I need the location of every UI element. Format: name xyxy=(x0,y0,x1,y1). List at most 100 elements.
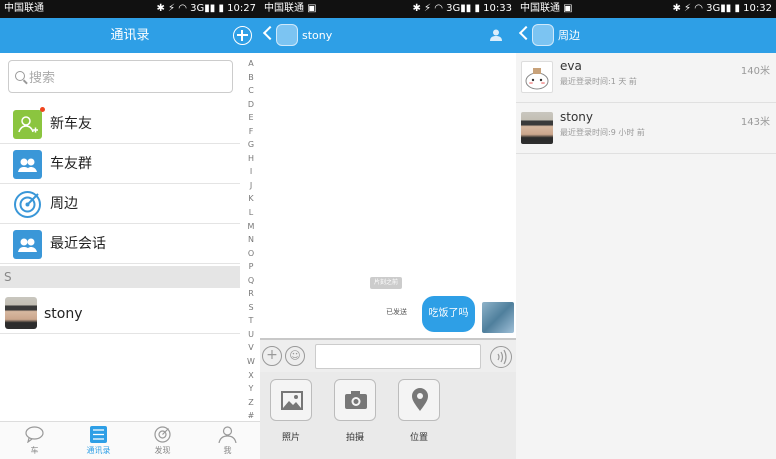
alphabet-letter[interactable]: B xyxy=(243,71,259,85)
nearby-person-row[interactable]: eva 最近登录时间:1 天 前 140米 xyxy=(516,53,776,103)
contacts-screen: 中国联通 ✱ ⚡ ◠ 3G▮▮ ▮ 10:27 通讯录 新车友 车友群 周边 最… xyxy=(0,0,260,459)
voice-wave-icon xyxy=(497,349,507,365)
camera-icon xyxy=(345,391,367,409)
signal-type: 3G xyxy=(706,3,721,14)
alphabet-letter[interactable]: K xyxy=(243,192,259,206)
chat-title: stony xyxy=(302,29,333,42)
alphabet-letter[interactable]: U xyxy=(243,328,259,342)
timestamp: 片刻之前 xyxy=(370,277,403,289)
photo-button[interactable] xyxy=(270,379,312,421)
alphabet-letter[interactable]: O xyxy=(243,247,259,261)
alphabet-letter[interactable]: P xyxy=(243,260,259,274)
message-bubble[interactable]: 吃饭了吗 xyxy=(422,296,475,332)
alphabet-letter[interactable]: N xyxy=(243,233,259,247)
menu-label: 车友群 xyxy=(50,156,92,172)
alphabet-index[interactable]: A B C D E F G H I J K L M N O P Q R S T U V W X Y Z # xyxy=(243,57,259,423)
message-input[interactable] xyxy=(315,344,481,369)
tab-car[interactable]: 车 xyxy=(2,422,67,459)
alphabet-letter[interactable]: V xyxy=(243,341,259,355)
clock-label: 10:33 xyxy=(483,3,512,14)
attachment-label: 照片 xyxy=(281,433,300,443)
status-bar: 中国联通 ▣ ✱ ⚡ ◠ 3G▮▮ ▮ 10:33 xyxy=(260,0,516,18)
page-title: 周边 xyxy=(558,29,580,42)
alphabet-letter[interactable]: T xyxy=(243,314,259,328)
sent-status: 已发送 xyxy=(386,308,407,316)
person-name: eva xyxy=(560,59,582,73)
menu-label: 周边 xyxy=(50,196,78,212)
contact-profile-icon[interactable] xyxy=(490,29,502,41)
alphabet-letter[interactable]: F xyxy=(243,125,259,139)
chat-screen: 中国联通 ▣ ✱ ⚡ ◠ 3G▮▮ ▮ 10:33 stony 片刻之前 已发送… xyxy=(260,0,516,459)
status-time: ✱ ⚡ ◠ 3G▮▮ ▮ 10:33 xyxy=(412,3,513,14)
contacts-list-icon xyxy=(90,426,107,443)
back-arrow-icon[interactable] xyxy=(518,25,534,41)
chat-logo-icon xyxy=(532,24,554,46)
carrier-label: 中国联通 xyxy=(520,3,560,14)
emoji-button[interactable]: ☺ xyxy=(285,346,305,366)
alphabet-letter[interactable]: E xyxy=(243,111,259,125)
avatar xyxy=(5,297,37,329)
alphabet-letter[interactable]: A xyxy=(243,57,259,71)
alphabet-letter[interactable]: L xyxy=(243,206,259,220)
alphabet-letter[interactable]: Y xyxy=(243,382,259,396)
tab-discover[interactable]: 发现 xyxy=(130,422,195,459)
input-bar: + ☺ xyxy=(260,338,516,372)
alphabet-letter[interactable]: I xyxy=(243,165,259,179)
distance: 140米 xyxy=(740,66,770,77)
menu-label: 新车友 xyxy=(50,116,92,132)
contact-name: stony xyxy=(44,306,83,322)
tab-label: 车 xyxy=(30,446,39,455)
menu-new-friends[interactable]: 新车友 xyxy=(0,104,240,144)
menu-groups[interactable]: 车友群 xyxy=(0,144,240,184)
signal-type: 3G xyxy=(190,3,205,14)
attachment-label: 拍摄 xyxy=(345,433,364,443)
back-arrow-icon[interactable] xyxy=(262,25,278,41)
alphabet-letter[interactable]: W xyxy=(243,355,259,369)
contact-row[interactable]: stony xyxy=(0,294,240,334)
person-name: stony xyxy=(560,110,594,124)
alphabet-letter[interactable]: C xyxy=(243,84,259,98)
section-header: S xyxy=(0,266,240,288)
add-attachment-button[interactable]: + xyxy=(262,346,282,366)
alphabet-letter[interactable]: J xyxy=(243,179,259,193)
attachment-label: 位置 xyxy=(409,433,428,443)
photo-icon xyxy=(281,391,303,410)
nearby-screen: 中国联通 ▣ ✱ ⚡ ◠ 3G▮▮ ▮ 10:32 周边 eva 最近登录时间:… xyxy=(516,0,776,459)
my-avatar xyxy=(482,302,514,333)
avatar xyxy=(521,61,553,93)
last-login: 最近登录时间:1 天 前 xyxy=(560,77,637,86)
tab-contacts[interactable]: 通讯录 xyxy=(66,422,131,459)
camera-button[interactable] xyxy=(334,379,376,421)
screenshot-root: 中国联通 ✱ ⚡ ◠ 3G▮▮ ▮ 10:27 通讯录 新车友 车友群 周边 最… xyxy=(0,0,776,459)
search-icon xyxy=(15,71,25,81)
search-input[interactable] xyxy=(29,67,219,87)
location-button[interactable] xyxy=(398,379,440,421)
alphabet-letter[interactable]: D xyxy=(243,98,259,112)
page-title: 通讯录 xyxy=(110,28,150,43)
alphabet-letter[interactable]: Z xyxy=(243,396,259,410)
group-icon xyxy=(13,150,42,179)
alphabet-letter[interactable]: S xyxy=(243,301,259,315)
voice-button[interactable] xyxy=(490,346,512,368)
status-bar: 中国联通 ✱ ⚡ ◠ 3G▮▮ ▮ 10:27 xyxy=(0,0,260,18)
alphabet-letter[interactable]: X xyxy=(243,369,259,383)
status-time: ✱ ⚡ ◠ 3G▮▮ ▮ 10:27 xyxy=(156,3,257,14)
last-login: 最近登录时间:9 小时 前 xyxy=(560,128,645,137)
menu-label: 最近会话 xyxy=(50,236,106,252)
alphabet-letter[interactable]: Q xyxy=(243,274,259,288)
discover-icon xyxy=(154,426,171,443)
status-time: ✱ ⚡ ◠ 3G▮▮ ▮ 10:32 xyxy=(672,3,773,14)
tab-me[interactable]: 我 xyxy=(195,422,260,459)
menu-nearby[interactable]: 周边 xyxy=(0,184,240,224)
alphabet-letter[interactable]: R xyxy=(243,287,259,301)
attachment-panel: 照片 拍摄 位置 xyxy=(260,372,516,459)
alphabet-letter[interactable]: M xyxy=(243,220,259,234)
alphabet-letter[interactable]: H xyxy=(243,152,259,166)
clock-label: 10:27 xyxy=(227,3,256,14)
alphabet-letter[interactable]: G xyxy=(243,138,259,152)
add-contact-button[interactable] xyxy=(233,26,252,45)
nearby-person-row[interactable]: stony 最近登录时间:9 小时 前 143米 xyxy=(516,104,776,154)
menu-recent-chats[interactable]: 最近会话 xyxy=(0,224,240,264)
signal-type: 3G xyxy=(446,3,461,14)
carrier-label: 中国联通 xyxy=(264,3,304,14)
